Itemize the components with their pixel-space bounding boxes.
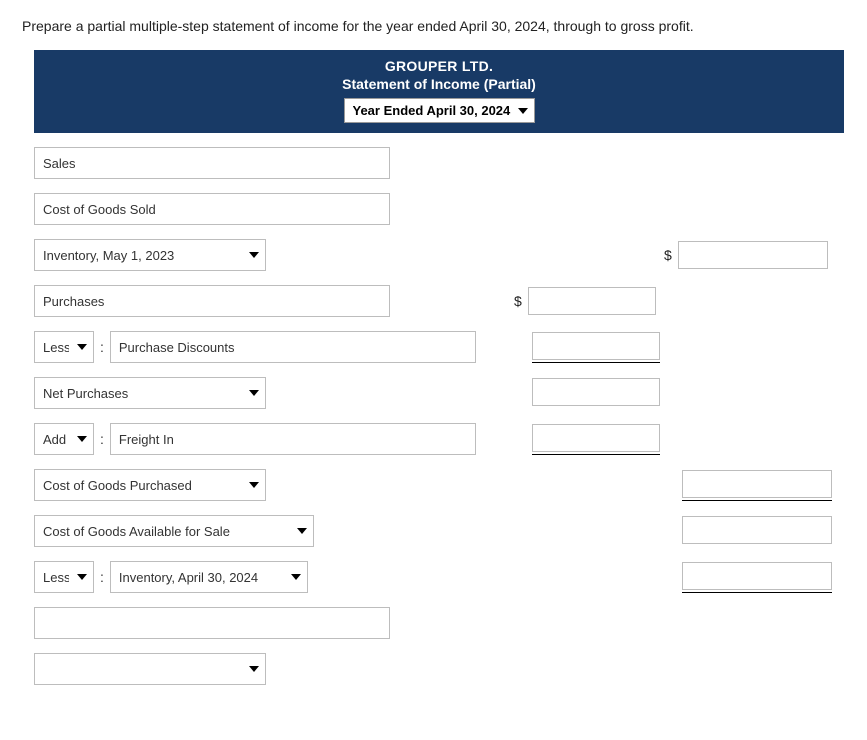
row-sales xyxy=(34,147,844,179)
dollar-sign: $ xyxy=(514,293,522,309)
company-name: GROUPER LTD. xyxy=(34,58,844,74)
row-blank-select xyxy=(34,653,844,685)
net-purchases-amount[interactable] xyxy=(532,378,660,406)
statement-title: Statement of Income (Partial) xyxy=(34,76,844,92)
colon: : xyxy=(100,431,104,447)
statement-body: Inventory, May 1, 2023 $ $ Less : xyxy=(34,133,844,685)
cogs-available-select[interactable]: Cost of Goods Available for Sale xyxy=(34,515,314,547)
statement-header: GROUPER LTD. Statement of Income (Partia… xyxy=(34,50,844,133)
cogs-purchased-select[interactable]: Cost of Goods Purchased xyxy=(34,469,266,501)
purchase-discounts-amount[interactable] xyxy=(532,332,660,360)
period-select[interactable]: Year Ended April 30, 2024 xyxy=(344,98,535,123)
begin-inventory-select[interactable]: Inventory, May 1, 2023 xyxy=(34,239,266,271)
sales-input[interactable] xyxy=(34,147,390,179)
purchases-input[interactable] xyxy=(34,285,390,317)
dollar-sign: $ xyxy=(664,247,672,263)
cogs-input[interactable] xyxy=(34,193,390,225)
cogs-purchased-amount[interactable] xyxy=(682,470,832,498)
colon: : xyxy=(100,339,104,355)
colon: : xyxy=(100,569,104,585)
freight-in-input[interactable] xyxy=(110,423,476,455)
freight-in-amount[interactable] xyxy=(532,424,660,452)
less-select-1[interactable]: Less xyxy=(34,331,94,363)
row-end-inventory: Less : Inventory, April 30, 2024 xyxy=(34,561,844,593)
end-inventory-amount[interactable] xyxy=(682,562,832,590)
less-select-2[interactable]: Less xyxy=(34,561,94,593)
instruction-text: Prepare a partial multiple-step statemen… xyxy=(22,18,845,34)
row-blank-text xyxy=(34,607,844,639)
row-purchases: $ xyxy=(34,285,844,317)
begin-inventory-amount[interactable] xyxy=(678,241,828,269)
purchases-amount[interactable] xyxy=(528,287,656,315)
blank-label-input[interactable] xyxy=(34,607,390,639)
row-purchase-discounts: Less : xyxy=(34,331,844,363)
net-purchases-select[interactable]: Net Purchases xyxy=(34,377,266,409)
row-freight-in: Add : xyxy=(34,423,844,455)
row-net-purchases: Net Purchases xyxy=(34,377,844,409)
row-begin-inventory: Inventory, May 1, 2023 $ xyxy=(34,239,844,271)
row-cogs-heading xyxy=(34,193,844,225)
row-cogs-available: Cost of Goods Available for Sale xyxy=(34,515,844,547)
cogs-available-amount[interactable] xyxy=(682,516,832,544)
blank-select[interactable] xyxy=(34,653,266,685)
row-cogs-purchased: Cost of Goods Purchased xyxy=(34,469,844,501)
end-inventory-select[interactable]: Inventory, April 30, 2024 xyxy=(110,561,308,593)
add-select[interactable]: Add xyxy=(34,423,94,455)
purchase-discounts-input[interactable] xyxy=(110,331,476,363)
